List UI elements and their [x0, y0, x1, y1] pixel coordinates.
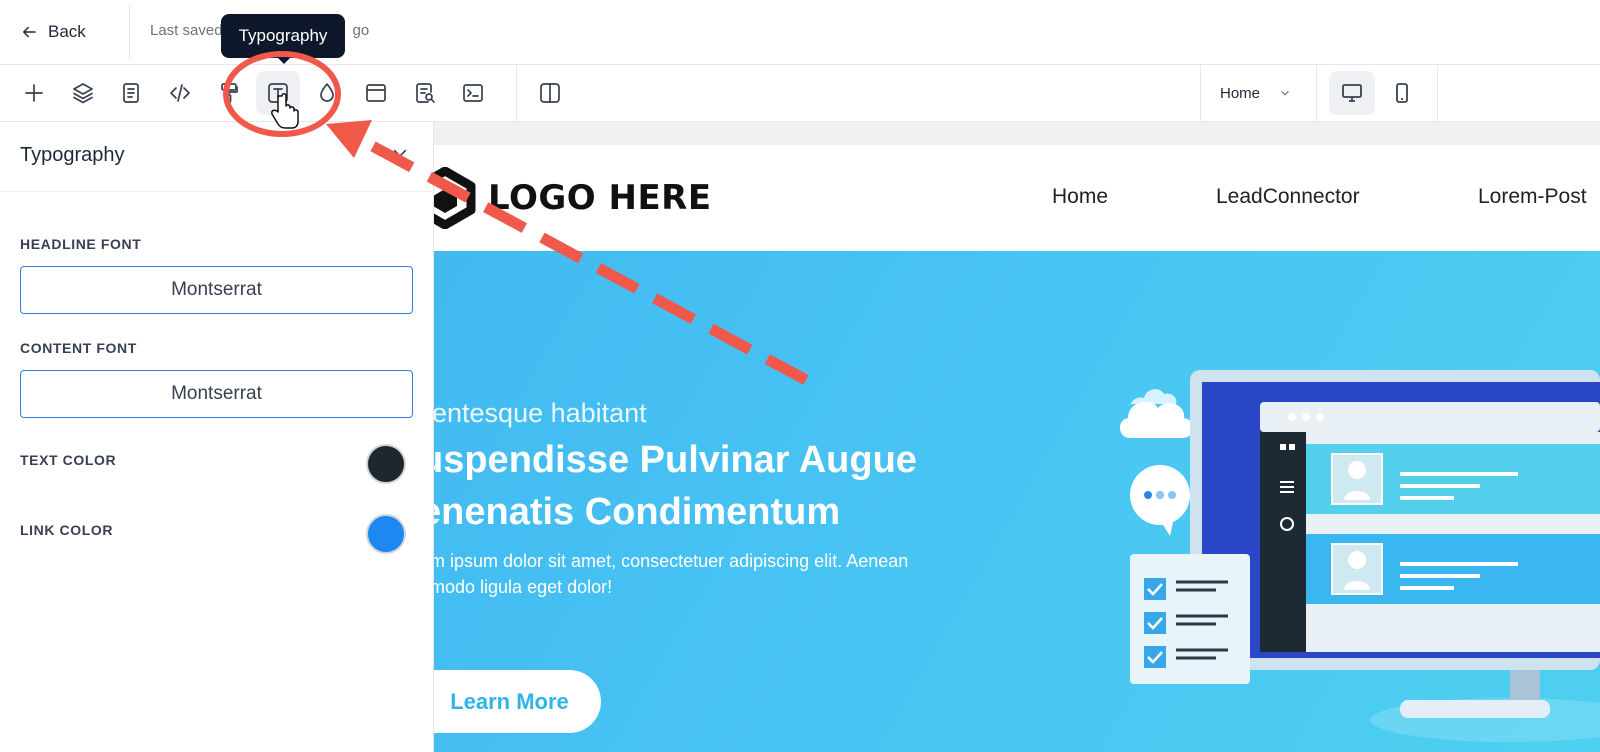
desktop-view-button[interactable]: [1329, 71, 1375, 115]
custom-code-button[interactable]: [451, 71, 495, 115]
back-label: Back: [48, 22, 86, 41]
layers-icon: [73, 83, 93, 104]
logo-text: LOGO HERE: [488, 178, 712, 218]
panel-title: Typography: [20, 144, 125, 166]
mobile-view-button[interactable]: [1379, 71, 1425, 115]
page-select-value: Home: [1220, 84, 1261, 102]
colors-button[interactable]: [305, 71, 349, 115]
close-panel-button[interactable]: [390, 146, 414, 170]
arrow-left-icon: [23, 26, 36, 38]
hero-text: em ipsum dolor sit amet, consectetuer ad…: [420, 551, 909, 597]
link-color-label: LINK COLOR: [20, 522, 114, 538]
typography-panel: Typography HEADLINE FONT Montserrat CONT…: [0, 122, 434, 752]
panel-header: Typography: [0, 122, 433, 192]
headline-font-select[interactable]: Montserrat: [20, 266, 413, 314]
divider: [129, 4, 130, 60]
close-icon: [393, 149, 407, 163]
split-view-icon: [540, 83, 560, 103]
split-view-button[interactable]: [528, 71, 572, 115]
editor-toolbar: Home: [0, 65, 1600, 122]
layers-button[interactable]: [61, 71, 105, 115]
nav-leadconnector[interactable]: LeadConnector: [1216, 185, 1360, 209]
desktop-icon: [1342, 84, 1362, 102]
page-select[interactable]: Home: [1200, 75, 1300, 111]
page-icon: [123, 83, 139, 103]
hero-kicker: llentesque habitant: [420, 398, 647, 428]
terminal-icon: [463, 84, 483, 102]
palette-icon: [320, 83, 334, 102]
computer-illustration: [1119, 370, 1600, 742]
mobile-icon: [1396, 83, 1408, 103]
plus-icon: [25, 84, 43, 102]
code-button[interactable]: [158, 71, 202, 115]
content-font-label: CONTENT FONT: [20, 340, 137, 356]
back-button[interactable]: Back: [20, 20, 86, 44]
headline-font-label: HEADLINE FONT: [20, 236, 142, 252]
typography-button[interactable]: [256, 71, 300, 115]
paint-roller-icon: [221, 83, 238, 103]
pages-button[interactable]: [109, 71, 153, 115]
code-icon: [170, 84, 190, 102]
hero-title: uspendisse Pulvinar Augue enenatis Condi…: [420, 439, 917, 533]
typography-tooltip: Typography: [221, 14, 345, 64]
link-color-swatch[interactable]: [366, 514, 406, 554]
add-element-button[interactable]: [12, 71, 56, 115]
toolbar-divider: [1437, 65, 1438, 121]
nav-lorem-post[interactable]: Lorem-Post: [1478, 185, 1587, 209]
typography-icon: [268, 83, 288, 103]
chevron-down-icon: [1281, 90, 1289, 96]
nav-home[interactable]: Home: [1052, 185, 1108, 209]
site-logo[interactable]: LOGO HERE: [410, 167, 712, 229]
seo-button[interactable]: [403, 71, 447, 115]
styles-button[interactable]: [207, 71, 251, 115]
content-font-select[interactable]: Montserrat: [20, 370, 413, 418]
text-color-label: TEXT COLOR: [20, 452, 117, 468]
cloud-icon: [1119, 401, 1194, 438]
toolbar-divider: [1316, 65, 1317, 121]
toolbar-divider: [516, 65, 517, 121]
text-color-swatch[interactable]: [366, 444, 406, 484]
layout-icon: [366, 84, 386, 102]
seo-icon: [416, 83, 435, 103]
layout-button[interactable]: [354, 71, 398, 115]
